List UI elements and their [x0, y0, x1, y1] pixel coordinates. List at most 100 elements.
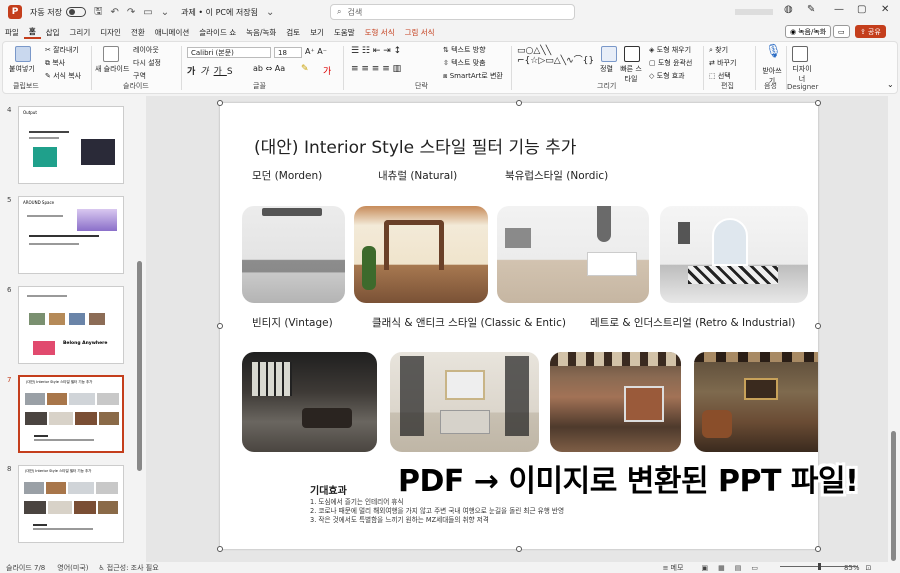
- thumbnail-scrollbar[interactable]: [137, 96, 143, 558]
- share-button[interactable]: ⇪ 공유: [855, 25, 886, 38]
- accessibility-status[interactable]: 접근성: 조사 필요: [107, 563, 159, 573]
- industrial-room-image[interactable]: [694, 352, 818, 452]
- designer-button[interactable]: 디자이너: [791, 64, 813, 84]
- style-label-nordic[interactable]: 북유럽스타일 (Nordic): [505, 168, 608, 183]
- tab-design[interactable]: 디자인: [95, 27, 126, 38]
- paste-button[interactable]: 붙여넣기: [9, 64, 35, 74]
- select-button[interactable]: ⬚ 선택: [709, 71, 731, 81]
- style-label-modern[interactable]: 모던 (Morden): [252, 168, 322, 183]
- document-title[interactable]: 과제 • 이 PC에 저장됨: [181, 7, 258, 18]
- reset-button[interactable]: 다시 설정: [133, 58, 161, 68]
- tab-record[interactable]: 녹음/녹화: [241, 27, 281, 38]
- resize-handle[interactable]: [815, 323, 821, 329]
- quick-styles-button[interactable]: 빠른 스타일: [619, 64, 643, 84]
- find-button[interactable]: ⌕ 찾기: [709, 45, 728, 55]
- list-buttons[interactable]: ☰ ☷ ⇤ ⇥ ↕: [351, 46, 401, 56]
- new-slide-button[interactable]: 새 슬라이드: [95, 64, 129, 74]
- close-icon[interactable]: ✕: [881, 4, 889, 15]
- record-button[interactable]: ◉ 녹음/녹화: [785, 25, 832, 38]
- tab-view[interactable]: 보기: [305, 27, 329, 38]
- style-label-vintage[interactable]: 빈티지 (Vintage): [252, 315, 333, 330]
- zoom-level[interactable]: 85%: [844, 564, 860, 572]
- cut-button[interactable]: ✂ 잘라내기: [45, 45, 79, 55]
- save-icon[interactable]: 🖫: [94, 4, 103, 21]
- arrange-button[interactable]: 정렬: [600, 64, 613, 74]
- autosave-toggle[interactable]: [65, 7, 86, 17]
- align-buttons[interactable]: ≡ ≡ ≡ ≡ ▥: [351, 64, 401, 74]
- tab-picture-format[interactable]: 그림 서식: [400, 27, 440, 38]
- search-box[interactable]: ⌕ 검색: [330, 4, 575, 20]
- font-name-select[interactable]: Calibri (본문): [187, 47, 271, 58]
- arrange-icon[interactable]: [601, 46, 617, 62]
- new-slide-icon[interactable]: [103, 46, 119, 62]
- style-label-retro[interactable]: 레트로 & 인더스트리얼 (Retro & Industrial): [590, 315, 795, 330]
- designer-icon[interactable]: [792, 46, 808, 62]
- effects-heading[interactable]: 기대효과: [310, 482, 347, 497]
- language-status[interactable]: 영어(미국): [57, 563, 88, 573]
- spacing-icon[interactable]: ab ⇔ Aa: [253, 64, 285, 73]
- resize-handle[interactable]: [217, 323, 223, 329]
- style-label-natural[interactable]: 내츄럴 (Natural): [378, 168, 457, 183]
- slide-title[interactable]: (대안) Interior Style 스타일 필터 기능 추가: [254, 133, 576, 158]
- slide-thumbnail-7-selected[interactable]: (대안) Interior Style 스타일 필터 기능 추가: [18, 375, 124, 453]
- shape-fill-button[interactable]: ◈ 도형 채우기: [649, 45, 691, 55]
- retro-room-image[interactable]: [550, 352, 681, 452]
- replace-button[interactable]: ⇄ 바꾸기: [709, 58, 736, 68]
- scroll-thumb[interactable]: [137, 261, 142, 471]
- resize-handle[interactable]: [815, 546, 821, 552]
- tab-review[interactable]: 검토: [281, 27, 305, 38]
- normal-view-icon[interactable]: ▣: [701, 564, 708, 572]
- pen-icon[interactable]: ✎: [807, 4, 815, 15]
- shape-effects-button[interactable]: ◇ 도형 효과: [649, 71, 685, 81]
- resize-handle[interactable]: [217, 100, 223, 106]
- sorter-view-icon[interactable]: ▦: [718, 564, 725, 572]
- smartart-button[interactable]: ⧈ SmartArt로 변환: [443, 71, 503, 81]
- modern-room-image[interactable]: [242, 206, 345, 303]
- grow-font-icon[interactable]: A⁺ A⁻: [305, 47, 327, 56]
- resize-handle[interactable]: [815, 100, 821, 106]
- nordic-room-image[interactable]: [497, 206, 649, 303]
- copy-button[interactable]: ⧉ 복사: [45, 58, 65, 68]
- scroll-thumb[interactable]: [891, 431, 896, 561]
- resize-handle[interactable]: [516, 100, 522, 106]
- quick-styles-icon[interactable]: [624, 46, 640, 62]
- format-painter-button[interactable]: ✎ 서식 복사: [45, 71, 81, 81]
- maximize-icon[interactable]: ▢: [857, 4, 866, 15]
- natural-room-image[interactable]: [354, 206, 488, 303]
- tab-insert[interactable]: 삽입: [41, 27, 65, 38]
- vintage-room-image[interactable]: [242, 352, 377, 452]
- tab-slideshow[interactable]: 슬라이드 쇼: [194, 27, 241, 38]
- effects-item[interactable]: 3. 작은 것에서도 특별함을 느끼기 원하는 MZ세대들의 취향 저격: [310, 514, 489, 524]
- tab-shape-format[interactable]: 도형 서식: [360, 27, 400, 38]
- customize-chevron-icon[interactable]: ⌄: [161, 7, 169, 18]
- font-size-select[interactable]: 18: [274, 47, 302, 58]
- fit-slide-icon[interactable]: ⊡: [866, 564, 872, 572]
- shapes-gallery[interactable]: ▭○△╲╲ ⌐{☆▷▭△╲∿⌒{}: [517, 46, 594, 66]
- highlight-icon[interactable]: ✎: [301, 64, 309, 74]
- present-icon[interactable]: ▭: [143, 7, 152, 18]
- classic-living-room-image[interactable]: [660, 206, 808, 303]
- text-direction-button[interactable]: ⇅ 텍스트 방향: [443, 45, 486, 55]
- resize-handle[interactable]: [217, 546, 223, 552]
- tab-home[interactable]: 홈: [23, 26, 41, 39]
- zoom-slider-knob[interactable]: [818, 563, 821, 570]
- notes-button[interactable]: 메모: [671, 563, 684, 573]
- font-style-buttons[interactable]: 가가가S: [187, 64, 238, 77]
- profile-icon[interactable]: ◍: [784, 4, 793, 15]
- align-text-button[interactable]: ⇳ 텍스트 맞춤: [443, 58, 486, 68]
- redo-icon[interactable]: ↷: [127, 7, 135, 18]
- style-label-classic[interactable]: 클래식 & 앤티크 스타일 (Classic & Entic): [372, 315, 566, 330]
- section-button[interactable]: 구역: [133, 71, 146, 81]
- classic-dining-room-image[interactable]: [390, 352, 539, 452]
- microphone-icon[interactable]: 🎙: [765, 44, 782, 59]
- canvas-scrollbar[interactable]: [889, 96, 899, 562]
- resize-handle[interactable]: [516, 546, 522, 552]
- tab-animations[interactable]: 애니메이션: [150, 27, 195, 38]
- tab-transitions[interactable]: 전환: [126, 27, 150, 38]
- slideshow-view-icon[interactable]: ▭: [751, 564, 758, 572]
- tab-draw[interactable]: 그리기: [65, 27, 96, 38]
- tab-file[interactable]: 파일: [0, 27, 24, 38]
- title-chevron-icon[interactable]: ⌄: [266, 7, 274, 18]
- slide-thumbnail-6[interactable]: Belong Anywhere: [18, 286, 124, 364]
- minimize-icon[interactable]: —: [834, 4, 844, 15]
